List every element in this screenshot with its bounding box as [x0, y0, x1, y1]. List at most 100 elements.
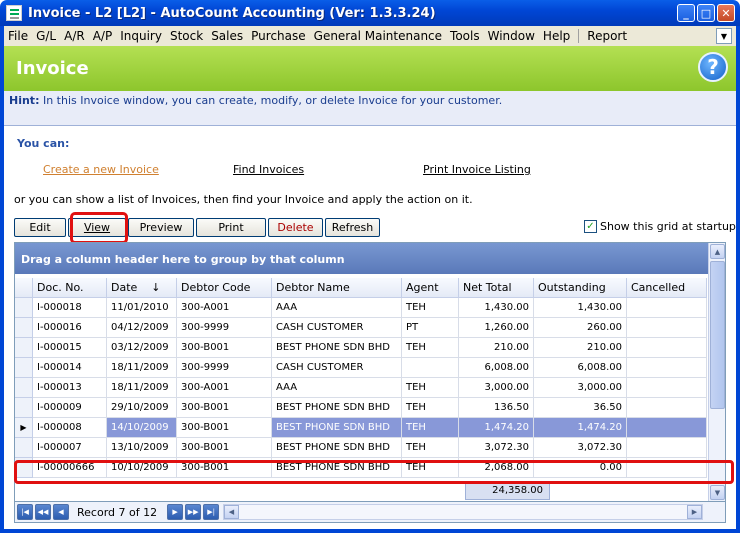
- cell-doc-no[interactable]: I-000008: [33, 418, 107, 438]
- row-indicator[interactable]: [15, 298, 33, 318]
- table-row[interactable]: I-000009 29/10/2009 300-B001 BEST PHONE …: [15, 398, 707, 418]
- cell-debtor-name[interactable]: BEST PHONE SDN BHD: [272, 338, 402, 358]
- delete-button[interactable]: Delete: [268, 218, 323, 237]
- row-indicator[interactable]: [15, 338, 33, 358]
- table-row[interactable]: I-000018 11/01/2010 300-A001 AAA TEH 1,4…: [15, 298, 707, 318]
- cell-date[interactable]: 11/01/2010: [107, 298, 177, 318]
- help-icon[interactable]: ?: [698, 52, 728, 82]
- cell-debtor-code[interactable]: 300-9999: [177, 318, 272, 338]
- cell-net-total[interactable]: 1,430.00: [459, 298, 534, 318]
- cell-agent[interactable]: TEH: [402, 378, 459, 398]
- close-button[interactable]: ✕: [717, 4, 735, 22]
- cell-debtor-name[interactable]: BEST PHONE SDN BHD: [272, 418, 402, 438]
- cell-date[interactable]: 18/11/2009: [107, 358, 177, 378]
- column-header-outstanding[interactable]: Outstanding: [534, 278, 627, 298]
- cell-debtor-code[interactable]: 300-A001: [177, 298, 272, 318]
- table-row[interactable]: I-000014 18/11/2009 300-9999 CASH CUSTOM…: [15, 358, 707, 378]
- current-row-arrow-icon[interactable]: ▶: [15, 418, 33, 438]
- scroll-right-icon[interactable]: ▶: [687, 505, 702, 519]
- cell-agent[interactable]: TEH: [402, 398, 459, 418]
- cell-agent[interactable]: TEH: [402, 298, 459, 318]
- cell-net-total[interactable]: 210.00: [459, 338, 534, 358]
- cell-cancelled[interactable]: [627, 418, 707, 438]
- cell-doc-no[interactable]: I-000007: [33, 438, 107, 458]
- cell-date[interactable]: 04/12/2009: [107, 318, 177, 338]
- cell-agent[interactable]: TEH: [402, 438, 459, 458]
- cell-cancelled[interactable]: [627, 358, 707, 378]
- cell-doc-no[interactable]: I-000016: [33, 318, 107, 338]
- cell-doc-no[interactable]: I-000009: [33, 398, 107, 418]
- cell-doc-no[interactable]: I-000015: [33, 338, 107, 358]
- cell-outstanding[interactable]: 3,072.30: [534, 438, 627, 458]
- column-header-doc-no[interactable]: Doc. No.: [33, 278, 107, 298]
- checkbox-checked-icon[interactable]: ✓: [584, 220, 597, 233]
- cell-doc-no[interactable]: I-000014: [33, 358, 107, 378]
- cell-cancelled[interactable]: [627, 378, 707, 398]
- column-header-agent[interactable]: Agent: [402, 278, 459, 298]
- prev-record-icon[interactable]: ◀: [53, 504, 69, 520]
- cell-net-total[interactable]: 1,474.20: [459, 418, 534, 438]
- cell-date[interactable]: 13/10/2009: [107, 438, 177, 458]
- show-grid-startup[interactable]: ✓ Show this grid at startup: [584, 220, 736, 233]
- menu-window[interactable]: Window: [484, 29, 539, 43]
- cell-debtor-name[interactable]: AAA: [272, 298, 402, 318]
- minimize-button[interactable]: _: [677, 4, 695, 22]
- edit-button[interactable]: Edit: [14, 218, 66, 237]
- menu-ap[interactable]: A/P: [89, 29, 117, 43]
- cell-outstanding[interactable]: 36.50: [534, 398, 627, 418]
- cell-debtor-name[interactable]: CASH CUSTOMER: [272, 358, 402, 378]
- scroll-left-icon[interactable]: ◀: [224, 505, 239, 519]
- refresh-button[interactable]: Refresh: [325, 218, 380, 237]
- column-header-date[interactable]: Date ↓: [107, 278, 177, 298]
- group-by-panel[interactable]: Drag a column header here to group by th…: [15, 243, 708, 274]
- cell-debtor-code[interactable]: 300-B001: [177, 438, 272, 458]
- cell-outstanding[interactable]: 1,474.20: [534, 418, 627, 438]
- cell-debtor-name[interactable]: CASH CUSTOMER: [272, 318, 402, 338]
- cell-outstanding[interactable]: 6,008.00: [534, 358, 627, 378]
- cell-debtor-name[interactable]: BEST PHONE SDN BHD: [272, 398, 402, 418]
- cell-doc-no[interactable]: I-000013: [33, 378, 107, 398]
- row-indicator[interactable]: [15, 358, 33, 378]
- menu-gl[interactable]: G/L: [32, 29, 60, 43]
- cell-net-total[interactable]: 3,000.00: [459, 378, 534, 398]
- menu-tools[interactable]: Tools: [446, 29, 484, 43]
- row-indicator[interactable]: [15, 378, 33, 398]
- column-header-debtor-code[interactable]: Debtor Code: [177, 278, 272, 298]
- cell-agent[interactable]: PT: [402, 318, 459, 338]
- cell-net-total[interactable]: 136.50: [459, 398, 534, 418]
- row-indicator[interactable]: [15, 398, 33, 418]
- cell-net-total[interactable]: 6,008.00: [459, 358, 534, 378]
- cell-debtor-name[interactable]: AAA: [272, 378, 402, 398]
- find-invoices-link[interactable]: Find Invoices: [233, 163, 304, 176]
- cell-doc-no[interactable]: I-000018: [33, 298, 107, 318]
- column-header-net-total[interactable]: Net Total: [459, 278, 534, 298]
- cell-debtor-code[interactable]: 300-A001: [177, 378, 272, 398]
- cell-cancelled[interactable]: [627, 298, 707, 318]
- cell-agent[interactable]: [402, 358, 459, 378]
- cell-outstanding[interactable]: 1,430.00: [534, 298, 627, 318]
- cell-agent[interactable]: TEH: [402, 418, 459, 438]
- cell-cancelled[interactable]: [627, 438, 707, 458]
- menu-dropdown-icon[interactable]: ▼: [716, 28, 732, 44]
- create-invoice-link[interactable]: Create a new Invoice: [43, 163, 159, 176]
- cell-debtor-code[interactable]: 300-B001: [177, 398, 272, 418]
- horizontal-scrollbar[interactable]: ◀ ▶: [223, 504, 703, 520]
- column-header-debtor-name[interactable]: Debtor Name: [272, 278, 402, 298]
- cell-net-total[interactable]: 1,260.00: [459, 318, 534, 338]
- cell-date[interactable]: 03/12/2009: [107, 338, 177, 358]
- row-indicator[interactable]: [15, 318, 33, 338]
- menu-stock[interactable]: Stock: [166, 29, 207, 43]
- cell-cancelled[interactable]: [627, 318, 707, 338]
- menu-file[interactable]: File: [4, 29, 32, 43]
- next-page-icon[interactable]: ▶▶: [185, 504, 202, 520]
- row-indicator[interactable]: [15, 438, 33, 458]
- cell-date[interactable]: 29/10/2009: [107, 398, 177, 418]
- print-listing-link[interactable]: Print Invoice Listing: [423, 163, 531, 176]
- menu-report[interactable]: Report: [583, 29, 631, 43]
- cell-debtor-code[interactable]: 300-B001: [177, 338, 272, 358]
- cell-cancelled[interactable]: [627, 398, 707, 418]
- cell-outstanding[interactable]: 3,000.00: [534, 378, 627, 398]
- print-button[interactable]: Print: [196, 218, 266, 237]
- cell-debtor-name[interactable]: BEST PHONE SDN BHD: [272, 438, 402, 458]
- preview-button[interactable]: Preview: [128, 218, 194, 237]
